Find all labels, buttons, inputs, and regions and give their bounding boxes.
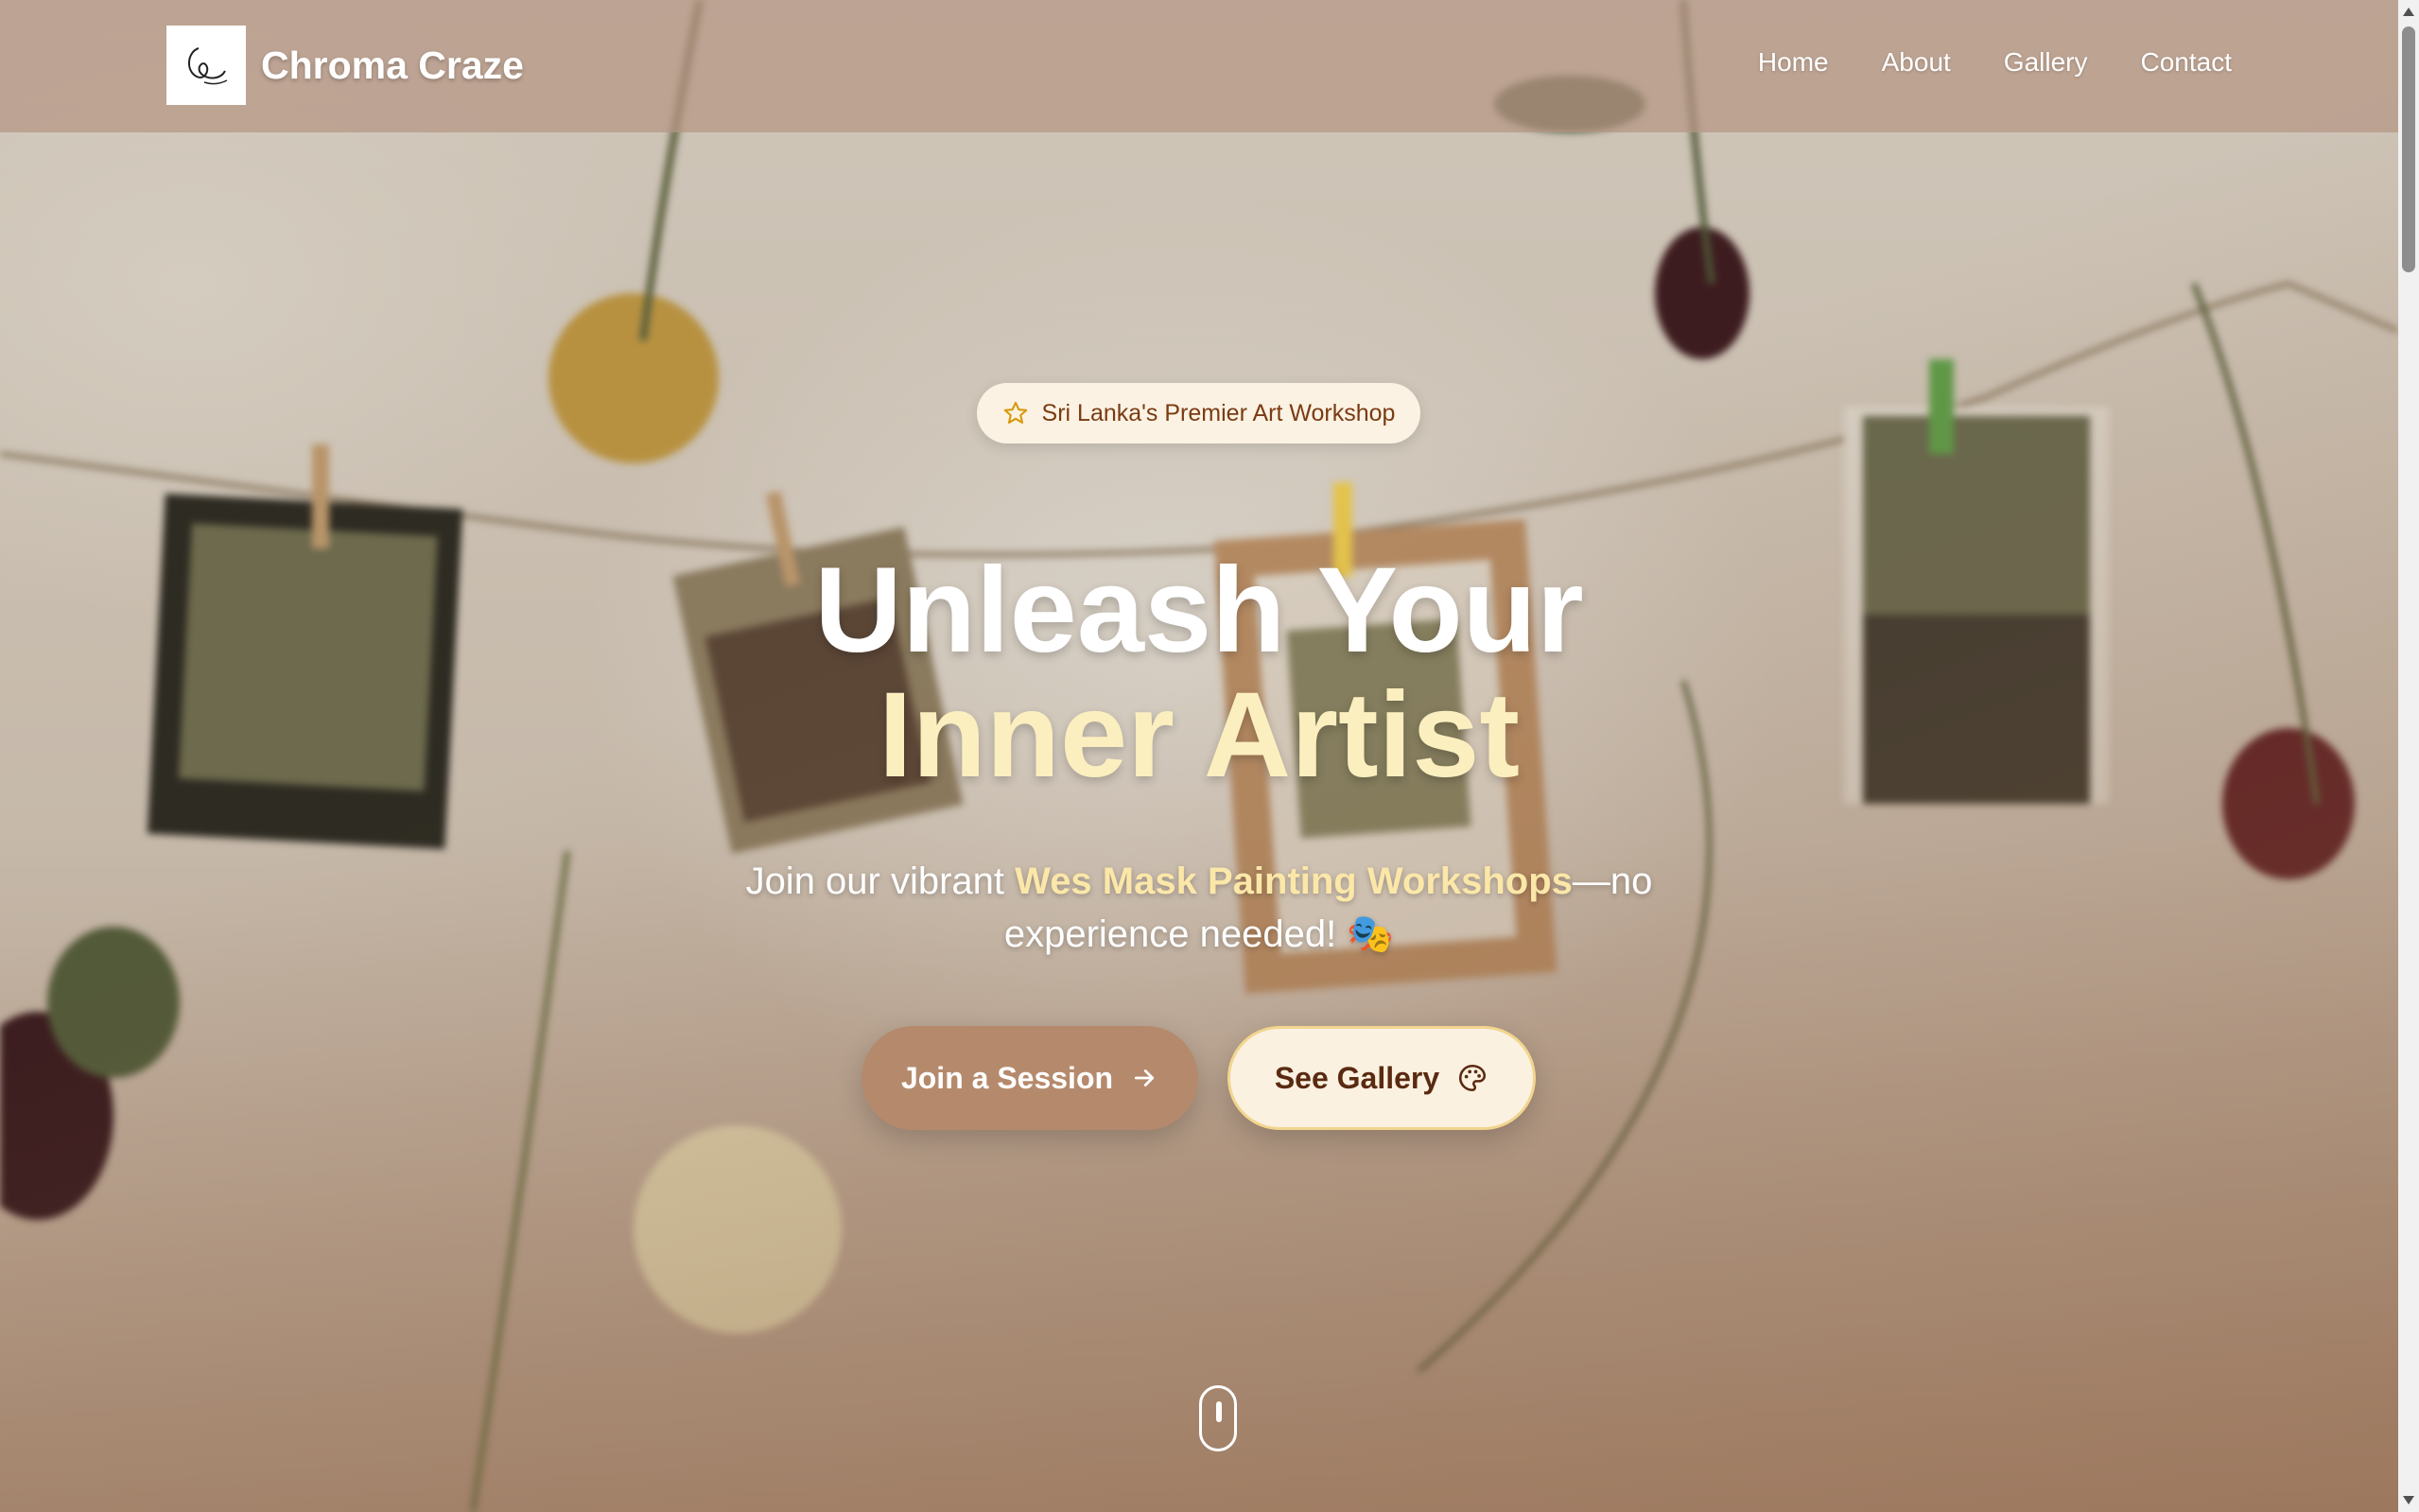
see-gallery-button[interactable]: See Gallery [1227,1026,1536,1130]
scroll-up-arrow-icon[interactable] [2403,8,2414,16]
scrollbar-thumb[interactable] [2402,26,2415,272]
hero-badge: Sri Lanka's Premier Art Workshop [977,383,1420,443]
see-gallery-label: See Gallery [1274,1060,1440,1095]
main-nav: Home About Gallery Contact [1758,47,2232,78]
scroll-wheel-dot [1216,1401,1222,1422]
top-navbar: Chroma Craze Home About Gallery Contact [0,0,2398,132]
page-scrollbar[interactable] [2398,0,2419,1512]
brand-name: Chroma Craze [261,43,524,87]
scroll-down-arrow-icon[interactable] [2403,1496,2414,1504]
star-icon [1002,400,1029,426]
mouse-scroll-icon[interactable] [1199,1385,1237,1451]
nav-contact-link[interactable]: Contact [2141,47,2233,78]
signature-logo-icon [166,26,246,105]
arrow-right-icon [1130,1064,1158,1092]
subtext-highlight: Wes Mask Painting Workshops [1015,860,1573,902]
join-session-button[interactable]: Join a Session [861,1026,1198,1130]
palette-icon [1456,1062,1488,1094]
headline-line-2: Inner Artist [879,668,1520,803]
headline-line-1: Unleash Your [814,543,1584,678]
nav-gallery-link[interactable]: Gallery [2004,47,2088,78]
badge-text: Sri Lanka's Premier Art Workshop [1041,399,1396,426]
brand-link[interactable]: Chroma Craze [166,26,524,105]
nav-home-link[interactable]: Home [1758,47,1829,78]
join-session-label: Join a Session [900,1060,1114,1095]
nav-about-link[interactable]: About [1882,47,1951,78]
subtext-lead: Join our vibrant [745,860,1016,902]
hero-subtext: Join our vibrant Wes Mask Painting Works… [719,855,1679,961]
hero-headline: Unleash Your Inner Artist [0,548,2398,798]
